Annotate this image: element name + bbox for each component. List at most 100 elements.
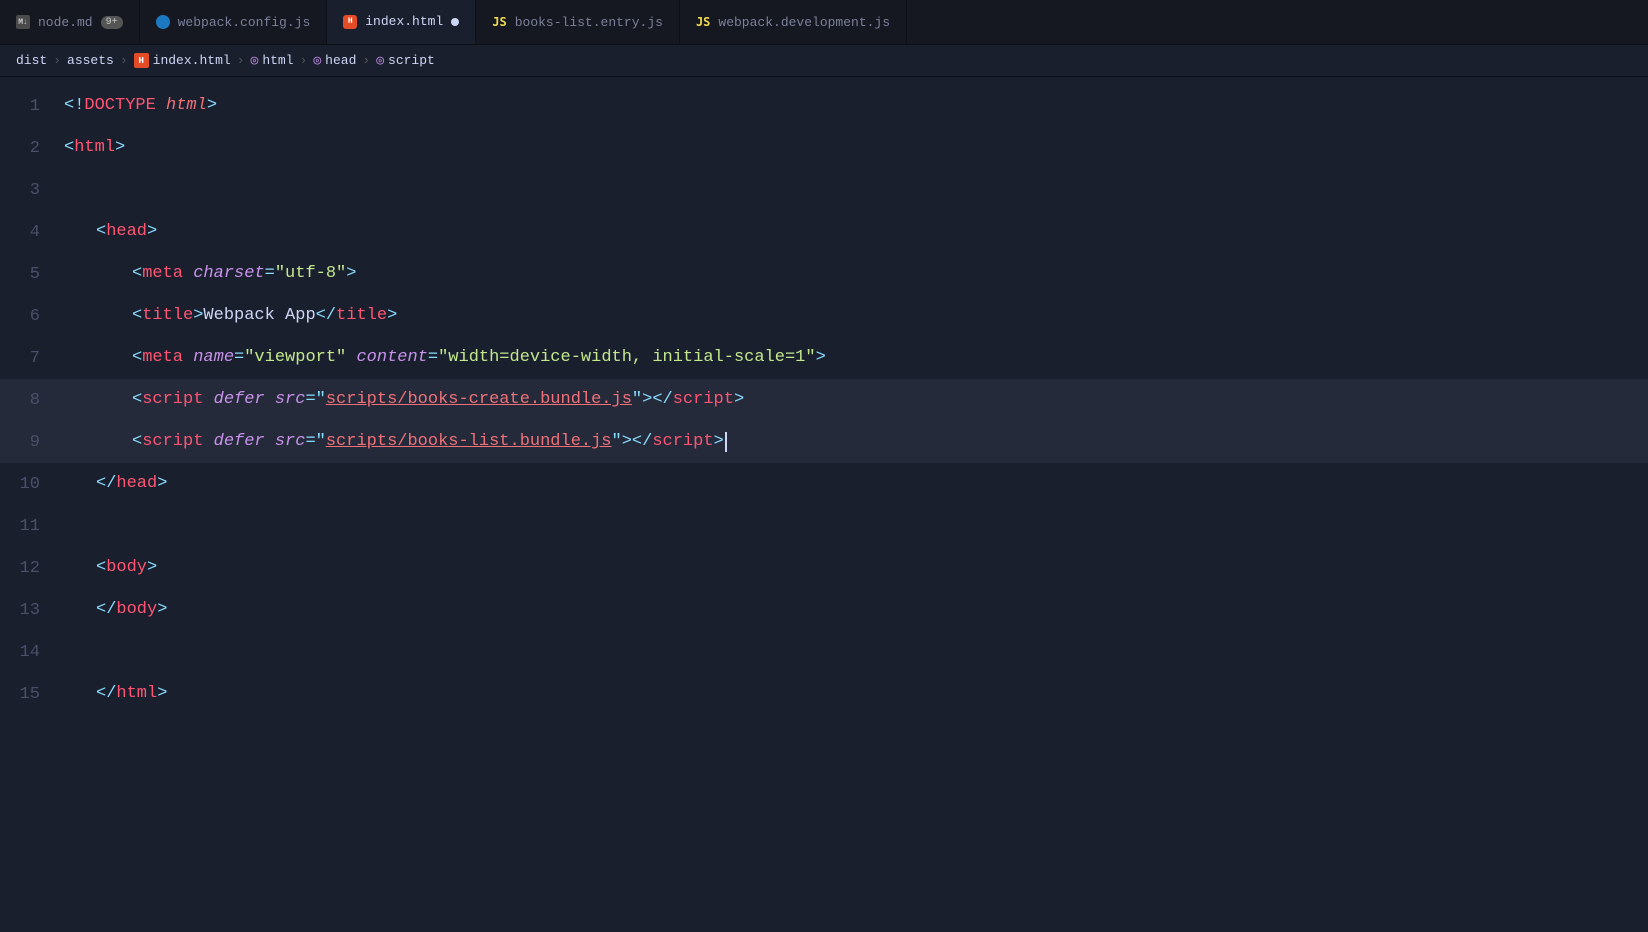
sep5: › [362, 53, 370, 68]
eq2: = [428, 345, 438, 371]
line-number-2: 2 [0, 139, 60, 158]
code-content-13: </body> [60, 597, 167, 623]
tab-webpack-development[interactable]: JS webpack.development.js [680, 0, 907, 44]
line-number-8: 8 [0, 391, 60, 410]
code-content-3 [60, 177, 74, 203]
tag-12-close: > [147, 555, 157, 581]
tab-node-md[interactable]: M↓ node.md 9+ [0, 0, 140, 44]
tag-12-name: body [106, 555, 147, 581]
tag-13-close: > [157, 597, 167, 623]
tag-open: <! [64, 93, 84, 119]
tab-books-list-entry[interactable]: JS books-list.entry.js [476, 0, 680, 44]
tab-webpack-config-label: webpack.config.js [178, 15, 311, 30]
tag-5-open: < [132, 261, 142, 287]
tag-5-close: > [346, 261, 356, 287]
modified-dot [451, 18, 459, 26]
tag-8-end: > [734, 387, 744, 413]
tag-7-close: > [816, 345, 826, 371]
tag-7-name: meta [142, 345, 183, 371]
code-line-15: 15 </html> [0, 673, 1648, 715]
attr-src-9: src [275, 429, 306, 455]
line-number-13: 13 [0, 601, 60, 620]
eq1: = [234, 345, 244, 371]
tag-8-close: script [673, 387, 734, 413]
tag-4-name: head [106, 219, 147, 245]
line-number-5: 5 [0, 265, 60, 284]
code-content-1: <!DOCTYPE html> [60, 93, 217, 119]
doctype-value: html [166, 93, 207, 119]
tag-8-open: < [132, 387, 142, 413]
line-number-15: 15 [0, 685, 60, 704]
text-cursor [725, 432, 727, 452]
breadcrumb-dist[interactable]: dist [16, 53, 47, 68]
code-line-13: 13 </body> [0, 589, 1648, 631]
breadcrumb-assets[interactable]: assets [67, 53, 114, 68]
tag-2-close: > [115, 135, 125, 161]
tab-node-md-badge: 9+ [101, 16, 123, 29]
tag-6-close-gt: > [387, 303, 397, 329]
breadcrumb-html[interactable]: html [262, 53, 293, 68]
breadcrumb-head[interactable]: head [325, 53, 356, 68]
code-content-11 [60, 513, 74, 539]
tag-13-name: body [116, 597, 157, 623]
js-icon-books: JS [492, 15, 506, 29]
line-number-14: 14 [0, 643, 60, 662]
attr-content: content [356, 345, 427, 371]
code-content-6: <title>Webpack App</title> [60, 303, 397, 329]
line-number-11: 11 [0, 517, 60, 536]
line-number-3: 3 [0, 181, 60, 200]
breadcrumb-script[interactable]: script [388, 53, 435, 68]
tab-webpack-config[interactable]: webpack.config.js [140, 0, 328, 44]
tag-15-open: </ [96, 681, 116, 707]
quote-9-close: " [612, 429, 622, 455]
code-line-10: 10 </head> [0, 463, 1648, 505]
tag-10-name: head [116, 471, 157, 497]
attr-defer-8: defer [214, 387, 265, 413]
attr-name-val: "viewport" [244, 345, 346, 371]
tag-6-name: title [142, 303, 193, 329]
code-content-8: <script defer src="scripts/books-create.… [60, 387, 744, 413]
line-number-10: 10 [0, 475, 60, 494]
tag-9-close: script [652, 429, 713, 455]
code-line-4: 4 <head> [0, 211, 1648, 253]
breadcrumb: dist › assets › H index.html › ◎ html › … [0, 45, 1648, 77]
tab-index-html-label: index.html [365, 14, 443, 29]
tag-4-close: > [147, 219, 157, 245]
line-number-4: 4 [0, 223, 60, 242]
script-src-create: scripts/books-create.bundle.js [326, 387, 632, 413]
scope-icon-head: ◎ [313, 53, 321, 68]
code-editor[interactable]: 1 <!DOCTYPE html> 2 <html> 3 4 <head> 5 … [0, 77, 1648, 932]
attr-charset: charset [193, 261, 264, 287]
tag-5-name: meta [142, 261, 183, 287]
script-src-list: scripts/books-list.bundle.js [326, 429, 612, 455]
code-line-8: 8 <script defer src="scripts/books-creat… [0, 379, 1648, 421]
tag-15-close: > [157, 681, 167, 707]
breadcrumb-index-html[interactable]: index.html [153, 53, 231, 68]
code-content-10: </head> [60, 471, 167, 497]
md-icon: M↓ [16, 15, 30, 29]
title-text: Webpack App [203, 303, 315, 329]
attr-content-val: "width=device-width, initial-scale=1" [438, 345, 815, 371]
sep3: › [237, 53, 245, 68]
code-line-6: 6 <title>Webpack App</title> [0, 295, 1648, 337]
attr-defer-9: defer [214, 429, 265, 455]
tag-2-open: < [64, 135, 74, 161]
attr-src-8: src [275, 387, 306, 413]
code-content-5: <meta charset="utf-8"> [60, 261, 356, 287]
code-content-4: <head> [60, 219, 157, 245]
tag-close-1: > [207, 93, 217, 119]
tab-index-html[interactable]: H index.html [327, 0, 476, 44]
tab-node-md-label: node.md [38, 15, 93, 30]
attr-name: name [193, 345, 234, 371]
code-content-15: </html> [60, 681, 167, 707]
doctype-keyword: DOCTYPE [84, 93, 155, 119]
tag-9-name: script [142, 429, 203, 455]
tag-8-gt: ></ [642, 387, 673, 413]
tag-6-gt: > [193, 303, 203, 329]
code-content-7: <meta name="viewport" content="width=dev… [60, 345, 826, 371]
code-line-11: 11 [0, 505, 1648, 547]
quote-8-open: " [316, 387, 326, 413]
tag-12-open: < [96, 555, 106, 581]
tag-6-close-name: title [336, 303, 387, 329]
tag-7-open: < [132, 345, 142, 371]
